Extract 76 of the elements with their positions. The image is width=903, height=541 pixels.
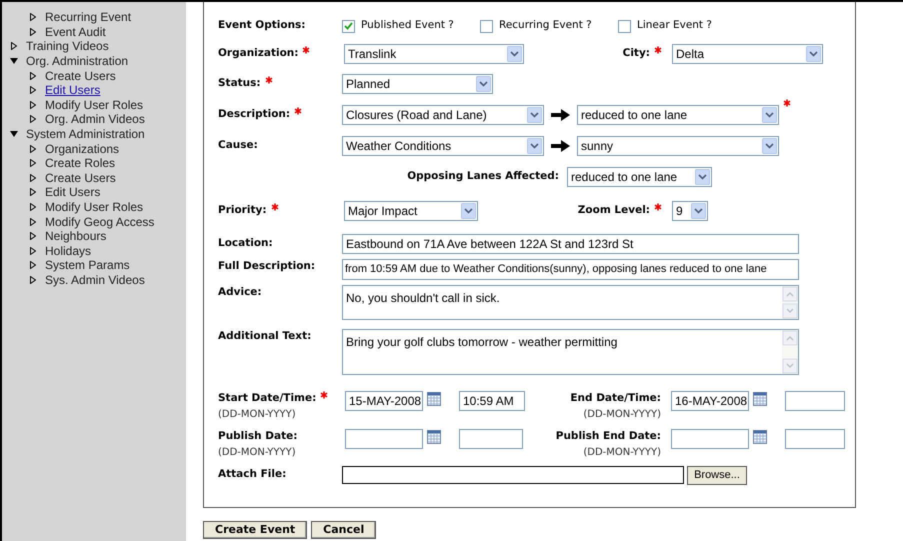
input-field[interactable]: 16-MAY-2008 [671, 391, 749, 411]
calendar-icon [753, 430, 767, 444]
field-label: Organization: [218, 46, 298, 62]
field-label: Priority: [218, 203, 267, 218]
input-field[interactable] [785, 429, 845, 449]
dropdown[interactable]: Translink [344, 44, 524, 64]
checkbox[interactable] [480, 20, 493, 32]
scrollbar[interactable] [782, 330, 798, 374]
field-label: Start Date/Time: [218, 391, 316, 406]
calendar-icon [427, 430, 441, 444]
dropdown[interactable]: sunny [577, 136, 779, 156]
field-label: Full Description: [218, 259, 316, 274]
input-field[interactable] [785, 391, 845, 411]
field-label: Status: [218, 76, 261, 92]
dropdown[interactable]: Closures (Road and Lane) [342, 104, 544, 124]
chevron-down-icon [507, 46, 522, 62]
dropdown[interactable]: 9 [672, 201, 708, 221]
checkbox-label: Recurring Event ? [499, 18, 592, 34]
field-label: Location: [218, 236, 273, 252]
dropdown[interactable]: Delta [672, 44, 823, 64]
calendar-icon [753, 392, 767, 406]
field-label: Advice: [218, 285, 262, 300]
triangle-down-icon [10, 58, 18, 64]
date-format-hint: (DD-MON-YYYY) [218, 408, 296, 422]
input-field[interactable] [459, 429, 523, 449]
input-field[interactable]: Eastbound on 71A Ave between 122A St and 123rd St [342, 234, 799, 254]
browse-button[interactable]: Browse... [687, 466, 747, 484]
create-button[interactable]: Create Event [203, 521, 308, 539]
input-field[interactable] [671, 429, 749, 449]
date-format-hint: (DD-MON-YYYY) [583, 446, 661, 460]
checkbox-label: Published Event ? [361, 18, 454, 34]
text-area[interactable]: No, you shouldn't call in sick. [342, 285, 799, 320]
field-label: Cause: [218, 138, 258, 153]
checkbox[interactable] [342, 20, 355, 32]
cancel-button[interactable]: Cancel [311, 521, 376, 539]
scrollbar[interactable] [782, 286, 798, 319]
field-label: Description: [218, 106, 290, 122]
dropdown[interactable]: reduced to one lane [567, 167, 712, 187]
date-format-hint: (DD-MON-YYYY) [218, 446, 296, 460]
file-path-field[interactable] [342, 466, 684, 484]
input-field[interactable] [345, 429, 423, 449]
input-field[interactable]: 10:59 AM [459, 391, 525, 411]
triangle-right-icon [11, 42, 17, 50]
input-field[interactable]: 15-MAY-2008 [345, 391, 423, 411]
dropdown[interactable]: Planned [342, 74, 493, 94]
chevron-down-icon [806, 46, 821, 62]
text-area[interactable]: Bring your golf clubs tomorrow - weather permitting [342, 329, 799, 375]
input-field[interactable]: from 10:59 AM due to Weather Conditions(sunny), opposing lanes reduced to one lane [342, 259, 799, 280]
chevron-down-icon [527, 138, 542, 154]
chevron-down-icon [762, 138, 777, 154]
dropdown[interactable]: reduced to one lane [577, 104, 779, 124]
chevron-down-icon [691, 203, 706, 219]
field-label: Publish End Date: [556, 429, 661, 444]
chevron-down-icon [762, 106, 777, 122]
chevron-down-icon [527, 106, 542, 122]
chevron-down-icon [695, 169, 710, 185]
field-label: Zoom Level: [578, 203, 650, 218]
chevron-down-icon [461, 203, 476, 219]
dropdown[interactable]: Weather Conditions [342, 136, 544, 156]
checkbox-label: Linear Event ? [637, 18, 712, 34]
check-icon [344, 22, 353, 30]
field-label: Attach File: [218, 467, 286, 482]
field-label: Event Options: [218, 18, 306, 34]
field-label: End Date/Time: [570, 391, 661, 406]
field-label: City: [622, 46, 650, 62]
field-label: Publish Date: [218, 429, 298, 444]
dropdown[interactable]: Major Impact [344, 201, 478, 221]
checkbox[interactable] [618, 20, 631, 32]
right-arrow-icon [551, 108, 570, 120]
right-arrow-icon [551, 140, 570, 152]
calendar-icon [427, 392, 441, 406]
chevron-down-icon [476, 76, 491, 92]
field-label: Additional Text: [218, 329, 312, 344]
date-format-hint: (DD-MON-YYYY) [583, 408, 661, 422]
field-label: Opposing Lanes Affected: [407, 169, 559, 184]
triangle-down-icon [10, 131, 18, 138]
